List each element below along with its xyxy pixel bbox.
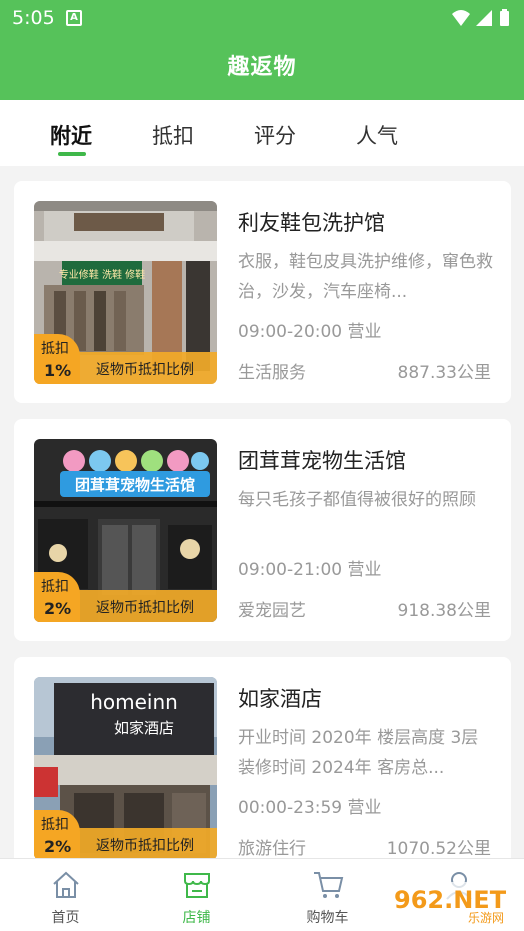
shop-name: 如家酒店 [238,687,322,711]
shop-name: 团茸茸宠物生活馆 [238,449,406,473]
nav-shop-label: 店铺 [182,910,211,926]
shop-category: 生活服务 [238,363,306,383]
deduct-ratio-text: 返物币抵扣比例 [96,838,194,854]
shop-list[interactable]: 专业修鞋 洗鞋 修鞋 抵扣 1% 返物币抵扣比例 利友鞋包洗护馆 衣服，鞋包皮具… [0,166,524,858]
shop-distance: 1070.52公里 [386,839,491,858]
shop-sign-en: homeinn [90,690,178,714]
deduct-badge: 抵扣 1% 返物币抵扣比例 [34,334,217,384]
system-icons [450,8,514,32]
shop-hours: 00:00-23:59 营业 [238,798,382,818]
status-bar: 5:05 A [0,0,524,36]
deduct-badge: 抵扣 2% 返物币抵扣比例 [34,810,217,858]
watermark-brand: 962.NET [394,886,507,914]
deduct-ratio-text: 返物币抵扣比例 [96,362,194,378]
shop-icon [183,873,210,898]
watermark-logo: 962.NET 乐游网 [386,882,518,925]
shop-photo: 专业修鞋 洗鞋 修鞋 抵扣 1% 返物币抵扣比例 [34,201,217,384]
app-bar: 趣返物 [0,36,524,100]
shop-photo: homeinn 如家酒店 抵扣 2% 返物币抵扣比例 [34,677,217,858]
tab-rating[interactable]: 评分 [254,120,296,150]
signal-icon [476,10,492,26]
shop-card[interactable]: 专业修鞋 洗鞋 修鞋 抵扣 1% 返物币抵扣比例 利友鞋包洗护馆 衣服，鞋包皮具… [14,181,511,403]
status-time: 5:05 [12,7,55,29]
shop-description: 每只毛孩子都值得被很好的照顾 [238,490,476,510]
nav-home-label: 首页 [51,910,80,926]
shop-sign-text: 如家酒店 [114,719,174,737]
shop-card[interactable]: 团茸茸宠物生活馆 抵扣 2% 返物币抵扣比例 团茸茸宠物生活馆 每只毛孩子都值得… [14,419,511,641]
shop-description: 衣服，鞋包皮具洗护维修，窜色救治，沙发，汽车座椅... [238,252,493,302]
shop-hours: 09:00-21:00 营业 [238,560,382,580]
tab-deduct[interactable]: 抵扣 [152,120,194,150]
shop-distance: 918.38公里 [397,601,491,621]
page-title: 趣返物 [227,55,297,80]
shop-photo: 团茸茸宠物生活馆 抵扣 2% 返物币抵扣比例 [34,439,217,622]
watermark-sub: 乐游网 [468,911,504,925]
shop-card[interactable]: homeinn 如家酒店 抵扣 2% 返物币抵扣比例 如家酒店 开业时间 202… [14,657,511,858]
active-tab-indicator [58,152,86,156]
shop-category: 旅游住行 [238,839,306,858]
nav-cart[interactable]: 购物车 [262,859,393,931]
deduct-percentage: 2% [44,837,72,856]
shop-sign-text: 专业修鞋 洗鞋 修鞋 [59,268,145,281]
deduct-percentage: 1% [44,361,72,380]
wifi-icon [452,10,470,26]
nav-shop[interactable]: 店铺 [131,859,262,931]
shop-name: 利友鞋包洗护馆 [238,211,385,235]
deduct-ratio-text: 返物币抵扣比例 [96,600,194,616]
home-icon [52,871,79,898]
tab-popularity[interactable]: 人气 [356,120,398,150]
battery-icon [500,9,509,26]
shop-description: 开业时间 2020年 楼层高度 3层 装修时间 2024年 客房总... [238,728,479,778]
shop-hours: 09:00-20:00 营业 [238,322,382,342]
nav-cart-label: 购物车 [306,910,349,926]
notification-icon: A [66,10,82,26]
deduct-label: 抵扣 [41,817,69,833]
tab-nearby[interactable]: 附近 [50,120,92,150]
shop-sign-text: 团茸茸宠物生活馆 [75,476,195,494]
deduct-label: 抵扣 [41,341,69,357]
deduct-badge: 抵扣 2% 返物币抵扣比例 [34,572,217,622]
filter-tabs: 附近 抵扣 评分 人气 [0,100,524,166]
deduct-label: 抵扣 [41,579,69,595]
shop-distance: 887.33公里 [397,363,491,383]
deduct-percentage: 2% [44,599,72,618]
shop-category: 爱宠园艺 [238,601,306,621]
cart-icon [313,872,343,898]
nav-home[interactable]: 首页 [0,859,131,931]
